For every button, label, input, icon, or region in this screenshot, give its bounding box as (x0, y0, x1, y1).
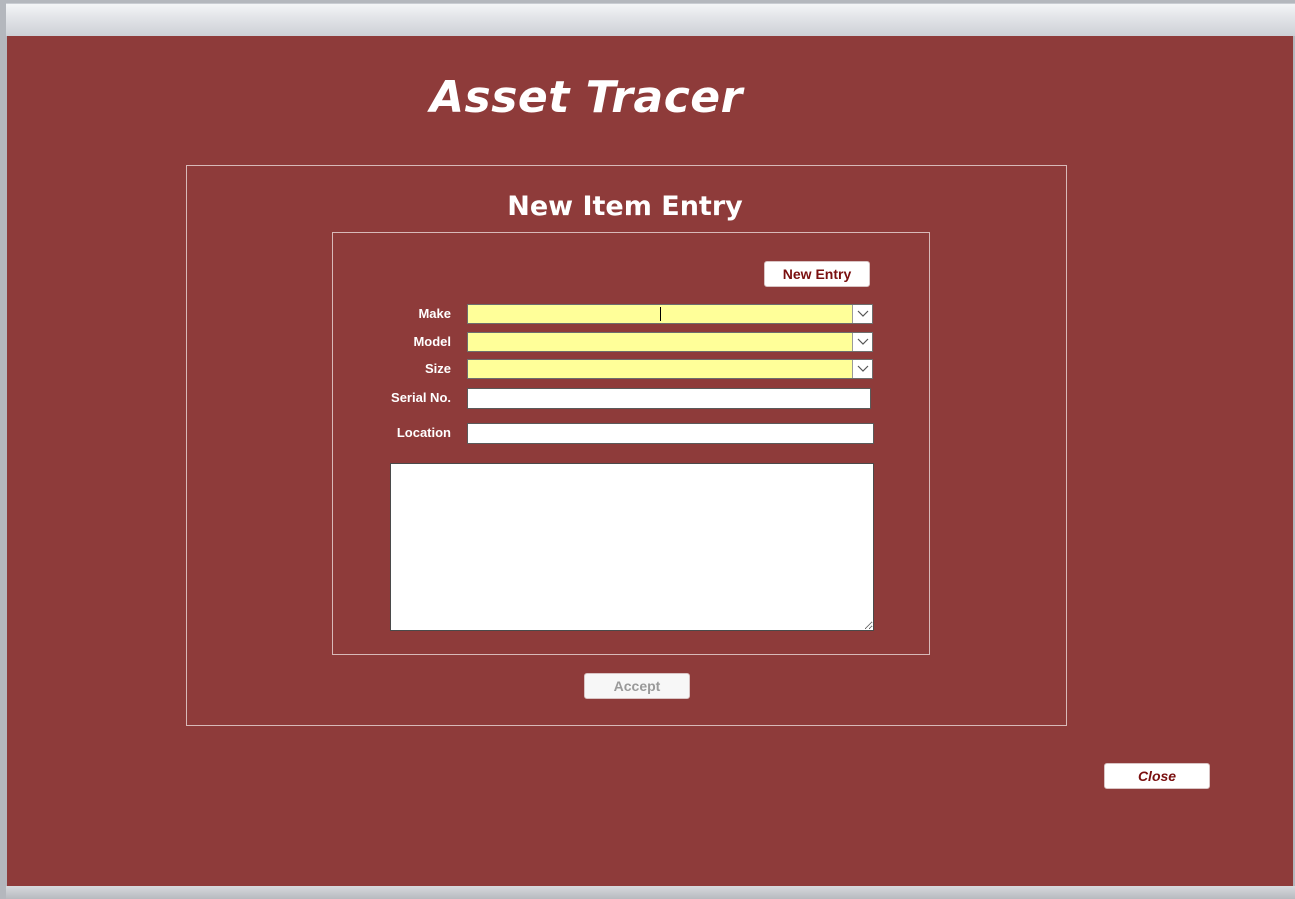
panel-title: New Item Entry (507, 191, 743, 222)
accept-button[interactable]: Accept (584, 673, 690, 699)
size-combobox[interactable] (467, 359, 873, 379)
location-input[interactable] (467, 423, 874, 444)
window-bottom-edge (6, 886, 1295, 899)
model-combobox[interactable] (467, 332, 873, 352)
close-button[interactable]: Close (1104, 763, 1210, 789)
make-combobox[interactable] (467, 304, 873, 324)
location-label: Location (396, 425, 451, 440)
chevron-down-icon[interactable] (852, 360, 872, 378)
notes-textarea[interactable] (390, 463, 874, 631)
window-title-bar[interactable] (6, 3, 1295, 36)
text-caret (660, 307, 661, 321)
chevron-down-icon[interactable] (852, 305, 872, 323)
chevron-down-icon[interactable] (852, 333, 872, 351)
make-label: Make (418, 306, 451, 321)
new-entry-button[interactable]: New Entry (764, 261, 870, 287)
size-label: Size (424, 361, 451, 376)
serial-input[interactable] (467, 388, 871, 409)
app-title: Asset Tracer (430, 72, 743, 123)
model-label: Model (413, 334, 451, 349)
serial-label: Serial No. (391, 390, 451, 405)
